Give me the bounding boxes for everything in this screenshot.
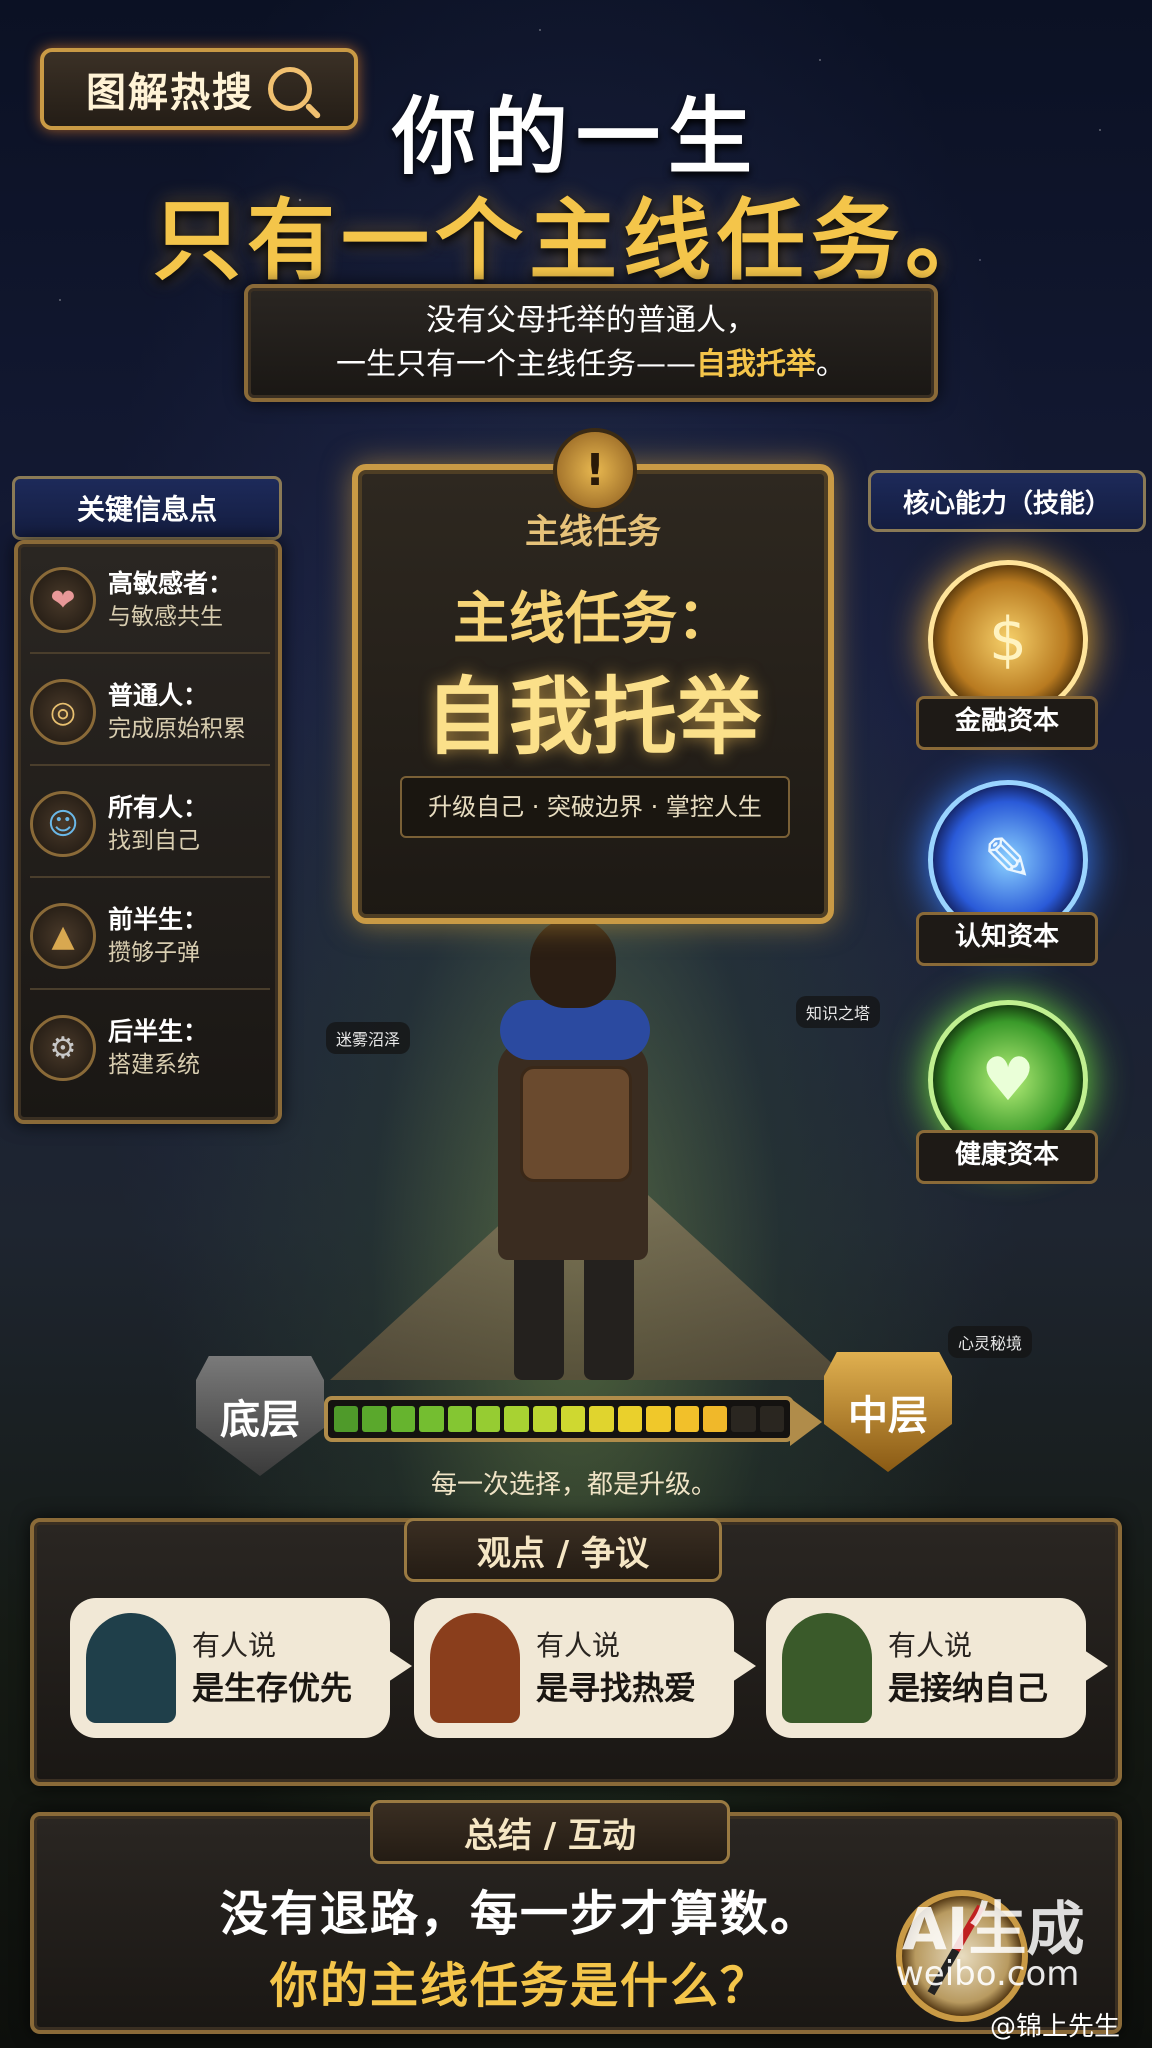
bullet-icon: ▲ <box>30 903 96 969</box>
progress-segment <box>646 1406 671 1432</box>
key-point-item[interactable]: ▲ 前半生： 攒够子弹 <box>30 884 270 990</box>
quest-label: 主线任务 <box>525 512 661 552</box>
subtitle-panel: 没有父母托举的普通人， 一生只有一个主线任务——自我托举。 <box>244 284 938 402</box>
key-point-desc: 搭建系统 <box>108 1052 200 1078</box>
viewpoint-lead: 有人说 <box>888 1629 973 1662</box>
key-point-desc: 与敏感共生 <box>108 604 223 630</box>
viewpoints-heading-text: 观点 / 争议 <box>476 1533 650 1574</box>
person-icon: ☺ <box>30 791 96 857</box>
key-point-title: 所有人： <box>108 793 209 822</box>
subtitle-line-2-prefix: 一生只有一个主线任务—— <box>336 347 696 382</box>
progress-segment <box>731 1406 756 1432</box>
viewpoint-text: 是接纳自己 <box>888 1669 1049 1707</box>
progress-segment <box>561 1406 586 1432</box>
avatar <box>430 1613 520 1723</box>
progress-segment <box>617 1406 643 1432</box>
key-points-heading-text: 关键信息点 <box>76 493 217 526</box>
subtitle-highlight: 自我托举 <box>696 347 816 382</box>
summary-heading-text: 总结 / 互动 <box>463 1815 637 1856</box>
coins-icon: ◎ <box>30 679 96 745</box>
avatar <box>782 1613 872 1723</box>
progress-segment <box>447 1406 472 1432</box>
summary-heading: 总结 / 互动 <box>370 1800 730 1864</box>
hero-scarf <box>500 1000 650 1060</box>
watermark-user: @锦上先生 <box>990 2012 1121 2042</box>
title-line-2: 只有一个主线任务。 <box>152 189 999 292</box>
key-point-title: 高敏感者： <box>108 569 234 598</box>
progress-segment <box>334 1406 359 1432</box>
key-points-heading: 关键信息点 <box>12 476 282 540</box>
key-points-panel: ❤ 高敏感者： 与敏感共生 ◎ 普通人： 完成原始积累 ☺ 所有人： 找到自己 ▲ 前… <box>14 540 282 1124</box>
viewpoint-text: 是生存优先 <box>192 1669 353 1707</box>
watermark-url: weibo.com <box>896 1954 1080 1994</box>
key-point-desc: 攒够子弹 <box>108 940 200 966</box>
progress-bar <box>324 1396 794 1442</box>
progress-segment <box>419 1406 444 1432</box>
key-point-desc: 完成原始积累 <box>108 716 246 742</box>
key-point-title: 后半生： <box>108 1017 209 1046</box>
key-point-item[interactable]: ❤ 高敏感者： 与敏感共生 <box>30 548 270 654</box>
progress-arrow <box>790 1398 822 1446</box>
progress-segment <box>362 1406 387 1432</box>
avatar <box>86 1613 176 1723</box>
viewpoint-text: 是寻找热爱 <box>536 1669 697 1707</box>
progress-caption: 每一次选择，都是升级。 <box>430 1470 717 1500</box>
viewpoint-lead: 有人说 <box>192 1629 277 1662</box>
progress-segment <box>702 1406 728 1432</box>
subtitle-line-2-suffix: 。 <box>816 347 846 382</box>
skills-heading-text: 核心能力（技能） <box>902 488 1111 519</box>
skill-label-finance[interactable]: 金融资本 <box>916 696 1098 750</box>
key-point-item[interactable]: ◎ 普通人： 完成原始积累 <box>30 660 270 766</box>
heart-icon: ❤ <box>30 567 96 633</box>
gear-icon: ⚙ <box>30 1015 96 1081</box>
progress-segment <box>532 1406 557 1432</box>
map-label-tower: 知识之塔 <box>796 996 881 1028</box>
map-label-realm: 心灵秘境 <box>948 1326 1033 1358</box>
skills-heading: 核心能力（技能） <box>868 470 1146 532</box>
hero-leg-right <box>584 1250 634 1380</box>
key-point-desc: 找到自己 <box>108 828 200 854</box>
viewpoint-bubble[interactable]: 有人说 是接纳自己 <box>766 1598 1108 1738</box>
quest-goal: 自我托举 <box>424 668 761 766</box>
key-point-title: 普通人： <box>108 681 209 710</box>
progress-segment <box>504 1406 529 1432</box>
subtitle-line-2: 一生只有一个主线任务——自我托举。 <box>248 343 934 387</box>
viewpoint-bubble[interactable]: 有人说 是寻找热爱 <box>414 1598 756 1738</box>
key-point-item[interactable]: ⚙ 后半生： 搭建系统 <box>30 996 270 1100</box>
progress-segment <box>589 1406 614 1432</box>
progress-segment <box>674 1406 699 1432</box>
summary-line-2: 你的主线任务是什么？ <box>269 1958 770 2014</box>
viewpoint-bubble[interactable]: 有人说 是生存优先 <box>70 1598 412 1738</box>
skill-label-cognition[interactable]: 认知资本 <box>916 912 1098 966</box>
hero-backpack <box>520 1066 632 1182</box>
progress-segment <box>759 1406 784 1432</box>
key-point-item[interactable]: ☺ 所有人： 找到自己 <box>30 772 270 878</box>
viewpoints-heading: 观点 / 争议 <box>404 1518 722 1582</box>
quest-title: 主线任务： <box>453 587 733 652</box>
map-label-swamp: 迷雾沼泽 <box>326 1022 411 1054</box>
progress-segment <box>390 1406 416 1432</box>
viewpoint-lead: 有人说 <box>536 1629 621 1662</box>
hero-leg-left <box>514 1250 564 1380</box>
progress-segment <box>475 1406 501 1432</box>
exclamation-icon: ! <box>553 428 637 512</box>
quest-tags: 升级自己 · 突破边界 · 掌控人生 <box>400 776 790 838</box>
skill-label-health[interactable]: 健康资本 <box>916 1130 1098 1184</box>
key-point-title: 前半生： <box>108 905 209 934</box>
subtitle-line-1: 没有父母托举的普通人， <box>426 303 756 338</box>
hero-head <box>530 918 616 1008</box>
summary-line-1: 没有退路，每一步才算数。 <box>219 1886 820 1942</box>
